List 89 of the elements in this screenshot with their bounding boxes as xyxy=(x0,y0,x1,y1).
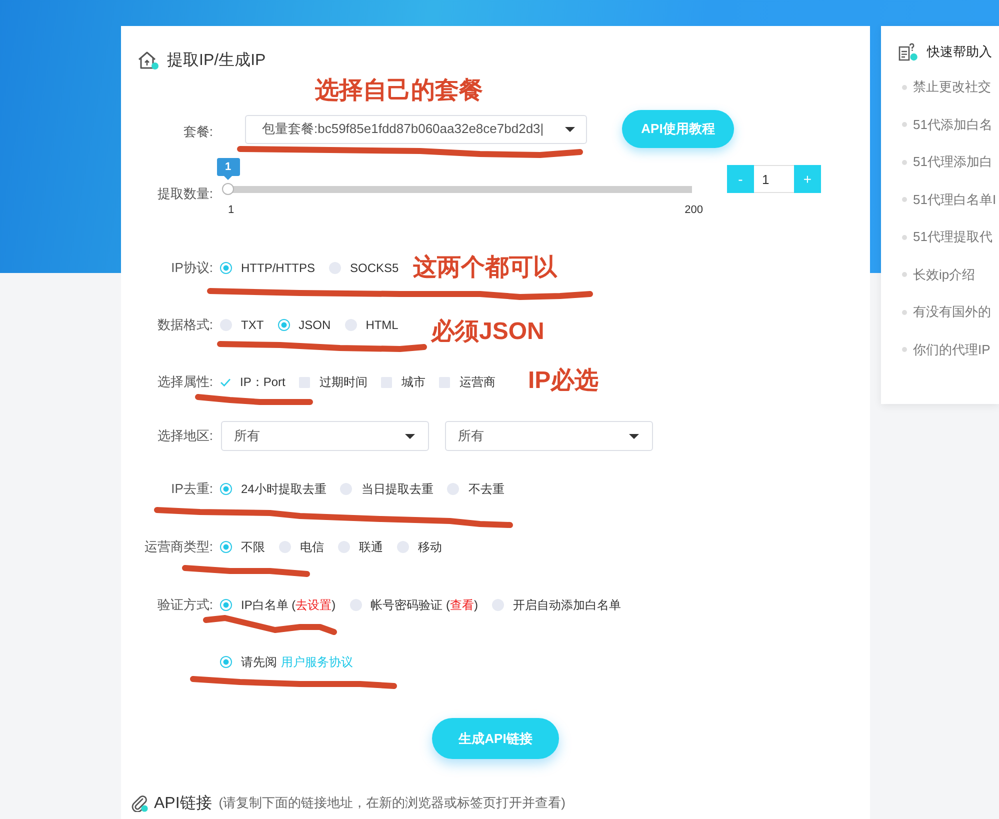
radio-label[interactable]: 当日提取去重 xyxy=(361,480,434,498)
radio-button[interactable] xyxy=(329,262,341,274)
radio-button[interactable] xyxy=(338,541,350,553)
form-label: 套餐: xyxy=(182,123,213,141)
radio-button[interactable] xyxy=(344,319,357,331)
checkbox[interactable] xyxy=(299,376,310,388)
slider-min-label: 1 xyxy=(228,204,234,216)
form-label: 数据格式: xyxy=(156,316,213,334)
form-label: 选择属性: xyxy=(156,373,213,391)
checkbox[interactable] xyxy=(220,376,231,388)
radio-button[interactable] xyxy=(220,656,232,668)
option-link[interactable]: 去设置 xyxy=(296,598,332,612)
radio-label[interactable]: 联通 xyxy=(359,538,383,556)
annotation-note: IP必选 xyxy=(528,367,599,395)
radio-button[interactable] xyxy=(278,319,290,331)
bullet-icon xyxy=(902,122,907,127)
agreement-text[interactable]: 请先阅 用户服务协议 xyxy=(241,654,353,670)
help-link[interactable]: 51代理白名单I xyxy=(913,190,996,208)
checkbox-label[interactable]: 运营商 xyxy=(459,374,496,390)
quantity-input[interactable]: 1 xyxy=(754,165,794,193)
radio-button[interactable] xyxy=(220,541,232,553)
bullet-icon xyxy=(902,310,907,314)
radio-label[interactable]: 帐号密码验证 (查看) xyxy=(370,596,478,614)
radio-label[interactable]: JSON xyxy=(298,318,331,332)
caret-down-icon xyxy=(565,126,575,132)
panel-title: 提取IP/生成IP xyxy=(167,50,266,70)
slider-thumb[interactable] xyxy=(222,183,234,195)
checkbox-label[interactable]: 城市 xyxy=(401,374,426,390)
bullet-icon xyxy=(902,160,907,164)
region-select[interactable]: 所有 xyxy=(445,421,653,451)
form-label: 选择地区: xyxy=(156,427,213,445)
radio-button[interactable] xyxy=(340,483,352,495)
form-label: 运营商类型: xyxy=(143,538,213,556)
radio-button[interactable] xyxy=(220,319,232,331)
form-label: 验证方式: xyxy=(156,596,213,614)
section-title: API链接 xyxy=(154,794,212,814)
caret-down-icon xyxy=(405,434,415,438)
radio-label[interactable]: TXT xyxy=(241,318,264,332)
radio-label[interactable]: 移动 xyxy=(418,538,442,556)
radio-label[interactable]: 开启自动添加白名单 xyxy=(513,596,622,614)
home-icon xyxy=(137,50,159,70)
checkbox[interactable] xyxy=(381,376,392,388)
form-label: 提取数量: xyxy=(156,185,213,203)
help-link[interactable]: 51代理添加白 xyxy=(913,153,992,171)
bullet-icon xyxy=(902,84,907,90)
radio-label[interactable]: 24小时提取去重 xyxy=(241,480,326,498)
annotation-note: 这两个都可以 xyxy=(413,254,557,282)
bullet-icon xyxy=(902,347,907,352)
checkbox-label[interactable]: IP：Port xyxy=(240,374,286,390)
option-link[interactable]: 查看 xyxy=(450,598,474,612)
annotation-note: 必须JSON xyxy=(431,318,544,346)
radio-button[interactable] xyxy=(397,541,409,553)
document-question-icon xyxy=(897,43,918,61)
help-title: 快速帮助入 xyxy=(927,43,992,61)
radio-button[interactable] xyxy=(492,599,504,611)
radio-button[interactable] xyxy=(220,599,232,611)
radio-button[interactable] xyxy=(220,483,232,495)
paperclip-icon xyxy=(130,794,148,812)
form-label: IP去重: xyxy=(170,480,213,498)
section-hint: (请复制下面的链接地址，在新的浏览器或标签页打开并查看) xyxy=(218,794,566,812)
caret-down-icon xyxy=(629,434,639,438)
radio-label[interactable]: 电信 xyxy=(300,538,324,556)
radio-label[interactable]: IP白名单 (去设置) xyxy=(241,596,336,614)
value-tooltip: 1 xyxy=(216,158,240,180)
help-link[interactable]: 有没有国外的 xyxy=(913,303,991,321)
radio-button[interactable] xyxy=(220,262,232,274)
bullet-icon xyxy=(902,272,907,277)
radio-label[interactable]: HTML xyxy=(366,318,398,332)
bullet-icon xyxy=(902,197,907,202)
radio-button[interactable] xyxy=(279,541,291,553)
radio-button[interactable] xyxy=(350,599,362,611)
checkbox[interactable] xyxy=(439,376,450,388)
radio-label[interactable]: HTTP/HTTPS xyxy=(241,261,315,275)
help-link[interactable]: 禁止更改社交 xyxy=(913,78,991,96)
bullet-icon xyxy=(902,234,907,240)
checkbox-label[interactable]: 过期时间 xyxy=(319,374,368,390)
help-link[interactable]: 长效ip介绍 xyxy=(913,266,976,284)
radio-label[interactable]: 不去重 xyxy=(468,480,504,498)
region-select[interactable]: 所有 xyxy=(221,421,429,451)
package-select[interactable]: 包量套餐:bc59f85e1fdd87b060aa32e8ce7bd2d3| xyxy=(245,114,587,144)
radio-button[interactable] xyxy=(447,483,460,495)
radio-label[interactable]: SOCKS5 xyxy=(350,261,399,275)
radio-label[interactable]: 不限 xyxy=(241,538,265,556)
slider-max-label: 200 xyxy=(684,204,703,216)
annotation-note: 选择自己的套餐 xyxy=(315,77,483,105)
form-label: IP协议: xyxy=(170,259,213,277)
help-link[interactable]: 51代理提取代 xyxy=(913,228,992,246)
help-link[interactable]: 你们的代理IP xyxy=(913,340,990,358)
help-link[interactable]: 51代添加白名 xyxy=(913,116,992,134)
